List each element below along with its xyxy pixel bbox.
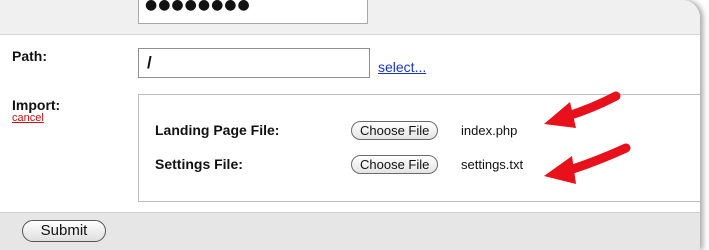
select-link[interactable]: select... (378, 59, 426, 75)
settings-file-label: Settings File: (155, 156, 243, 172)
password-row: ●●●●●●●● (0, 0, 700, 34)
red-arrow-icon (544, 91, 621, 128)
settings-choose-file-button[interactable]: Choose File (351, 155, 439, 174)
path-input[interactable] (138, 48, 370, 78)
landing-page-file-label: Landing Page File: (155, 122, 280, 138)
cancel-link[interactable]: cancel (12, 112, 44, 124)
import-label: Import: (12, 97, 61, 113)
settings-file-name: settings.txt (461, 157, 524, 172)
path-label: Path: (12, 48, 47, 64)
landing-page-file-name: index.php (461, 123, 518, 138)
landing-page-choose-file-button[interactable]: Choose File (351, 121, 439, 140)
submit-button[interactable]: Submit (22, 220, 106, 242)
divider (0, 34, 700, 35)
form-panel: ●●●●●●●● Path: select... Import: cancel … (0, 0, 700, 250)
red-arrow-icon (544, 143, 631, 184)
password-field[interactable]: ●●●●●●●● (138, 0, 368, 24)
